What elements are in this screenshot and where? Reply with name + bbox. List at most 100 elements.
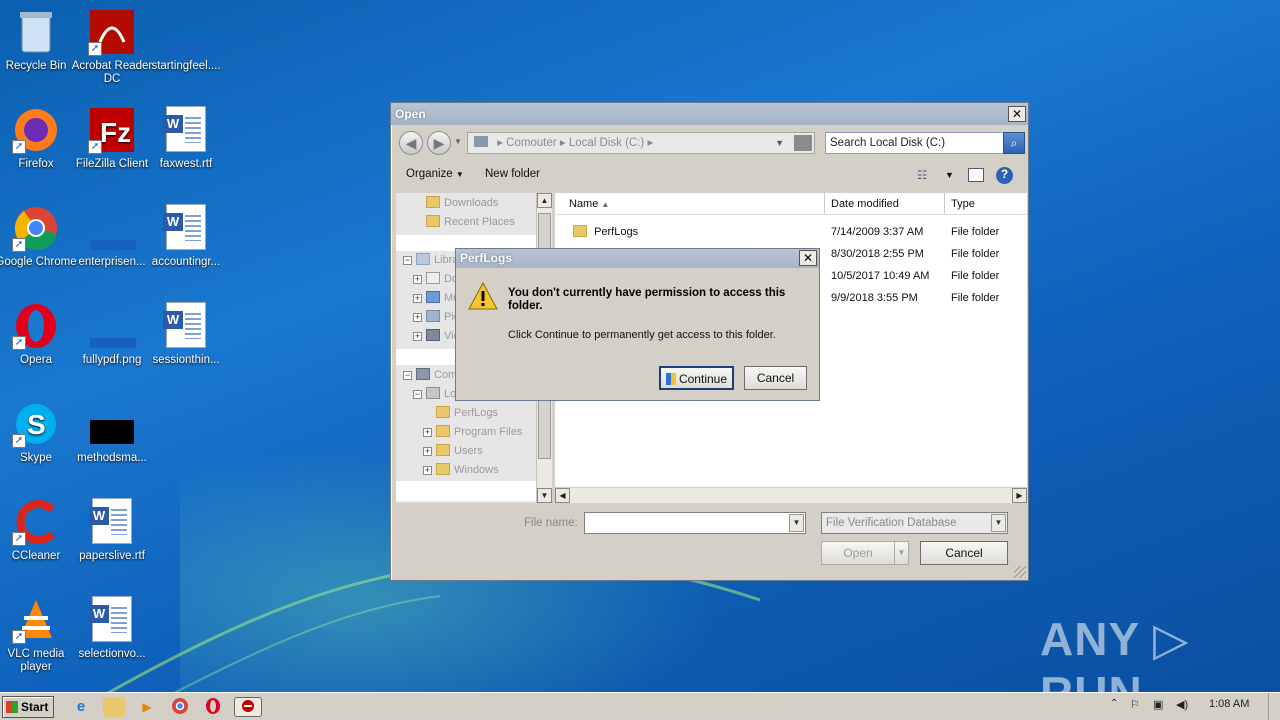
clock[interactable]: 1:08 AM xyxy=(1209,698,1249,710)
startingfeel-file-icon[interactable]: startingfeel.... xyxy=(143,8,229,73)
organize-button[interactable]: Organize ▼ xyxy=(406,168,464,180)
permission-dialog-title: PerfLogs xyxy=(460,251,513,265)
opera-taskbar-icon[interactable] xyxy=(202,697,224,717)
permission-dialog-close-button[interactable]: ✕ xyxy=(799,250,817,266)
accountingr-label: accountingr... xyxy=(151,256,221,268)
continue-button[interactable]: Continue xyxy=(659,366,734,390)
file-name-input[interactable]: ▼ xyxy=(584,512,806,534)
libraries-collapse-icon[interactable]: − xyxy=(403,256,412,265)
tree-item-documents[interactable]: Do xyxy=(426,270,458,288)
recycle-bin-icon[interactable]: Recycle Bin xyxy=(0,8,79,73)
cancel-button[interactable]: Cancel xyxy=(920,541,1008,565)
forward-button[interactable]: ▶ xyxy=(427,131,451,155)
file-row-type: File folder xyxy=(951,270,1000,282)
computer-collapse-icon[interactable]: − xyxy=(403,371,412,380)
firefox-label: Firefox xyxy=(18,158,54,170)
network-icon[interactable]: ▣ xyxy=(1153,698,1163,711)
open-dialog-close-button[interactable]: ✕ xyxy=(1008,106,1026,122)
tree-item-users[interactable]: Users xyxy=(436,442,483,460)
preview-pane-icon[interactable] xyxy=(968,168,984,182)
file-type-dropdown-icon[interactable]: ▼ xyxy=(991,514,1006,532)
local-disk-collapse-icon[interactable]: − xyxy=(413,390,422,399)
users-expand-icon[interactable]: + xyxy=(423,447,432,456)
music-expand-icon[interactable]: + xyxy=(413,294,422,303)
tree-item-recent-places[interactable]: Recent Places xyxy=(426,213,515,231)
tree-item-local-disk[interactable]: Lo xyxy=(426,385,456,403)
svg-text:Fz: Fz xyxy=(100,117,131,148)
paperslive-rtf-icon[interactable]: W paperslive.rtf xyxy=(69,498,155,563)
firefox-icon[interactable]: ➚ Firefox xyxy=(0,106,79,171)
start-button[interactable]: Start xyxy=(2,696,54,718)
search-input[interactable]: Search Local Disk (C:) ⌕ xyxy=(825,132,1025,154)
back-button[interactable]: ◀ xyxy=(399,131,423,155)
skype-icon[interactable]: S ➚ Skype xyxy=(0,400,79,465)
enterprisen-label: enterprisen... xyxy=(78,256,146,268)
active-app-icon[interactable] xyxy=(234,697,262,717)
volume-icon[interactable]: ◀) xyxy=(1176,698,1188,711)
tree-item-computer[interactable]: Com xyxy=(416,366,457,384)
file-list-horizontal-scrollbar[interactable]: ◀ ▶ xyxy=(555,487,1027,503)
open-dropdown-icon[interactable]: ▼ xyxy=(894,542,908,564)
program-files-expand-icon[interactable]: + xyxy=(423,428,432,437)
internet-explorer-icon[interactable]: e xyxy=(70,697,92,717)
column-header-type[interactable]: Type xyxy=(945,193,1027,215)
documents-expand-icon[interactable]: + xyxy=(413,275,422,284)
views-dropdown-icon[interactable]: ▼ xyxy=(945,170,954,180)
chrome-label: Google Chrome xyxy=(0,256,77,268)
new-folder-button[interactable]: New folder xyxy=(485,168,540,180)
breadcrumb-local-disk[interactable]: Local Disk (C:) xyxy=(569,137,644,149)
vlc-icon[interactable]: ➚ VLC media player xyxy=(0,596,79,674)
open-dialog-title: Open xyxy=(395,107,426,121)
open-dialog-titlebar[interactable]: Open ✕ xyxy=(391,103,1028,125)
refresh-button[interactable] xyxy=(794,135,812,151)
breadcrumb-computer[interactable]: Comouter xyxy=(506,137,557,149)
windows-expand-icon[interactable]: + xyxy=(423,466,432,475)
scroll-up-button[interactable]: ▲ xyxy=(537,193,552,208)
faxwest-rtf-icon[interactable]: W faxwest.rtf xyxy=(143,106,229,171)
opera-icon[interactable]: ➚ Opera xyxy=(0,302,79,367)
search-placeholder: Search Local Disk (C:) xyxy=(830,137,946,149)
permission-dialog-titlebar[interactable]: PerfLogs ✕ xyxy=(456,249,819,268)
accountingr-file-icon[interactable]: W accountingr... xyxy=(143,204,229,269)
history-dropdown-icon[interactable]: ▼ xyxy=(454,137,462,146)
show-hidden-icons-icon[interactable]: ⌃ xyxy=(1110,698,1118,709)
column-header-name[interactable]: Name ▲ xyxy=(555,193,825,215)
explorer-icon[interactable] xyxy=(103,697,125,717)
permission-cancel-button[interactable]: Cancel xyxy=(744,366,807,390)
paperslive-label: paperslive.rtf xyxy=(79,550,145,562)
scroll-down-button[interactable]: ▼ xyxy=(537,488,552,503)
file-type-select[interactable]: File Verification Database ▼ xyxy=(821,512,1008,534)
address-dropdown-icon[interactable]: ▼ xyxy=(775,133,784,153)
warning-icon xyxy=(468,282,498,310)
permission-dialog: PerfLogs ✕ You don't currently have perm… xyxy=(455,248,820,401)
resize-grip-icon[interactable] xyxy=(1014,566,1026,578)
permission-heading: You don't currently have permission to a… xyxy=(508,287,786,312)
skype-label: Skype xyxy=(20,452,52,464)
selectionvo-file-icon[interactable]: W selectionvo... xyxy=(69,596,155,661)
tree-item-windows[interactable]: Windows xyxy=(436,461,499,479)
videos-expand-icon[interactable]: + xyxy=(413,332,422,341)
address-bar[interactable]: ▸ Comouter ▸ Local Disk (C:) ▸ ▼ xyxy=(467,132,815,154)
tree-item-downloads[interactable]: Downloads xyxy=(426,194,498,212)
methodsma-file-icon[interactable]: methodsma... xyxy=(69,400,155,465)
show-desktop-button[interactable] xyxy=(1268,693,1280,720)
sessionthin-file-icon[interactable]: W sessionthin... xyxy=(143,302,229,367)
views-icon[interactable]: ☷ xyxy=(917,168,927,182)
help-icon[interactable]: ? xyxy=(996,167,1013,184)
tree-item-libraries[interactable]: Libra xyxy=(416,251,458,269)
action-center-icon[interactable]: ⚐ xyxy=(1130,698,1140,711)
pictures-expand-icon[interactable]: + xyxy=(413,313,422,322)
tree-item-perflogs[interactable]: PerfLogs xyxy=(436,404,498,422)
search-icon[interactable]: ⌕ xyxy=(1003,132,1025,154)
scroll-left-button[interactable]: ◀ xyxy=(555,488,570,503)
chrome-icon[interactable]: ➚ Google Chrome xyxy=(0,204,79,269)
chrome-taskbar-icon[interactable] xyxy=(169,697,191,717)
media-player-icon[interactable]: ▶ xyxy=(136,697,158,717)
scroll-right-button[interactable]: ▶ xyxy=(1012,488,1027,503)
opera-label: Opera xyxy=(20,354,52,366)
ccleaner-icon[interactable]: ➚ CCleaner xyxy=(0,498,79,563)
tree-item-program-files[interactable]: Program Files xyxy=(436,423,522,441)
column-header-date[interactable]: Date modified xyxy=(825,193,945,215)
open-button[interactable]: Open ▼ xyxy=(821,541,909,565)
file-name-dropdown-icon[interactable]: ▼ xyxy=(789,514,804,532)
